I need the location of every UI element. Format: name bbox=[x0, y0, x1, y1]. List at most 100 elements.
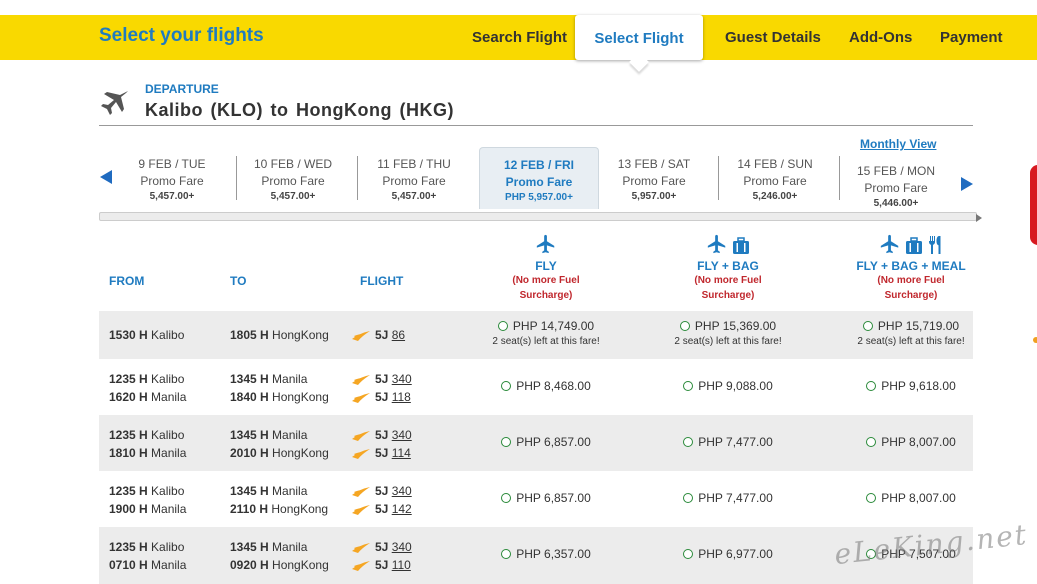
radio-button[interactable] bbox=[501, 436, 512, 447]
departure: 1235 H Kalibo bbox=[109, 372, 185, 386]
route-title: Kalibo (KLO) to HongKong (HKG) bbox=[145, 100, 454, 120]
date-tab[interactable]: 9 FEB / TUE Promo Fare 5,457.00+ bbox=[112, 157, 232, 202]
radio-button[interactable] bbox=[679, 320, 690, 331]
arrival: 0920 H HongKong bbox=[230, 558, 329, 572]
monthly-view-link[interactable]: Monthly View bbox=[860, 137, 936, 151]
prev-dates-arrow-icon[interactable] bbox=[100, 170, 112, 184]
radio-button[interactable] bbox=[497, 320, 508, 331]
flight-number: 5J 340 bbox=[352, 540, 412, 554]
flight-number: 5J 340 bbox=[352, 428, 412, 442]
radio-button[interactable] bbox=[501, 548, 512, 559]
fare-option[interactable]: PHP 7,477.00 bbox=[663, 435, 793, 449]
radio-button[interactable] bbox=[866, 436, 877, 447]
airline-logo-icon bbox=[352, 374, 370, 385]
fuel-surcharge-note: (No more Fuel bbox=[694, 275, 762, 286]
date-tab[interactable]: 11 FEB / THU Promo Fare 5,457.00+ bbox=[354, 157, 474, 202]
radio-button[interactable] bbox=[683, 492, 694, 503]
airplane-icon bbox=[707, 234, 726, 254]
date-strip-scrollbar[interactable] bbox=[99, 212, 982, 222]
date-label: 11 FEB / THU bbox=[377, 157, 451, 171]
fuel-surcharge-note: Surcharge) bbox=[884, 290, 938, 301]
flight-number: 5J 114 bbox=[352, 446, 411, 460]
flight-number-link[interactable]: 118 bbox=[392, 390, 411, 404]
fare-option[interactable]: PHP 9,088.00 bbox=[663, 379, 793, 393]
arrival: 2110 H HongKong bbox=[230, 502, 329, 516]
fare-option[interactable]: PHP 8,007.00 bbox=[846, 435, 976, 449]
fare-header-fly-bag-meal: FLY + BAG + MEAL (No more Fuel Surcharge… bbox=[846, 231, 976, 303]
fare-type-label: Promo Fare bbox=[140, 174, 204, 188]
step-search-flight[interactable]: Search Flight bbox=[472, 29, 567, 46]
radio-button[interactable] bbox=[866, 492, 877, 503]
arrival: 1840 H HongKong bbox=[230, 390, 329, 404]
radio-button[interactable] bbox=[683, 380, 694, 391]
date-price: 5,446.00+ bbox=[873, 198, 919, 209]
fare-option[interactable]: PHP 9,618.00 bbox=[846, 379, 976, 393]
fuel-surcharge-note: (No more Fuel bbox=[512, 275, 580, 286]
fare-option[interactable]: PHP 6,977.00 bbox=[663, 547, 793, 561]
date-label: 9 FEB / TUE bbox=[138, 157, 206, 171]
flight-number-link[interactable]: 142 bbox=[392, 502, 412, 516]
flight-number-link[interactable]: 110 bbox=[392, 558, 411, 572]
fare-option[interactable]: PHP 6,857.00 bbox=[481, 491, 611, 505]
fare-option[interactable]: PHP 7,477.00 bbox=[663, 491, 793, 505]
flight-number-link[interactable]: 340 bbox=[392, 372, 412, 386]
flight-number: 5J 118 bbox=[352, 390, 411, 404]
radio-button[interactable] bbox=[866, 380, 877, 391]
date-label: 12 FEB / FRI bbox=[503, 158, 574, 172]
departure: 1235 H Kalibo bbox=[109, 540, 185, 554]
flight-number-link[interactable]: 340 bbox=[392, 484, 412, 498]
side-banner bbox=[1030, 165, 1037, 245]
step-add-ons[interactable]: Add-Ons bbox=[849, 29, 912, 46]
date-tab[interactable]: 14 FEB / SUN Promo Fare 5,246.00+ bbox=[715, 157, 835, 202]
arrival: 1345 H Manila bbox=[230, 372, 308, 386]
fare-option[interactable]: PHP 15,369.00 2 seat(s) left at this fare… bbox=[663, 319, 793, 347]
fare-option[interactable]: PHP 6,357.00 bbox=[481, 547, 611, 561]
radio-button[interactable] bbox=[501, 380, 512, 391]
flight-number-link[interactable]: 86 bbox=[392, 328, 405, 342]
seats-left-note: 2 seat(s) left at this fare! bbox=[492, 336, 600, 347]
flight-number-link[interactable]: 340 bbox=[392, 428, 412, 442]
date-price: 5,246.00+ bbox=[752, 191, 798, 202]
flight-number: 5J 142 bbox=[352, 502, 412, 516]
airplane-icon bbox=[880, 234, 899, 254]
date-tab-selected[interactable]: 12 FEB / FRI Promo Fare PHP 5,957.00+ bbox=[479, 147, 599, 209]
departure: 1235 H Kalibo bbox=[109, 484, 185, 498]
fare-type-name: FLY + BAG + MEAL bbox=[856, 259, 966, 273]
date-price: 5,457.00+ bbox=[391, 191, 437, 202]
step-select-flight[interactable]: Select Flight bbox=[575, 15, 703, 60]
fare-type-label: Promo Fare bbox=[505, 175, 573, 189]
fare-type-label: Promo Fare bbox=[382, 174, 446, 188]
flight-selection-page: Select your flights Search Flight Select… bbox=[0, 0, 1037, 584]
arrival: 1345 H Manila bbox=[230, 540, 308, 554]
airline-logo-icon bbox=[352, 560, 370, 571]
fare-type-label: Promo Fare bbox=[622, 174, 686, 188]
date-tab[interactable]: 10 FEB / WED Promo Fare 5,457.00+ bbox=[233, 157, 353, 202]
date-tab[interactable]: 13 FEB / SAT Promo Fare 5,957.00+ bbox=[594, 157, 714, 202]
next-dates-arrow-icon[interactable] bbox=[961, 177, 973, 191]
step-payment[interactable]: Payment bbox=[940, 29, 1003, 46]
fare-option[interactable]: PHP 8,007.00 bbox=[846, 491, 976, 505]
departure: 1900 H Manila bbox=[109, 502, 187, 516]
fare-option[interactable]: PHP 8,468.00 bbox=[481, 379, 611, 393]
date-label: 14 FEB / SUN bbox=[737, 157, 813, 171]
fare-type-label: Promo Fare bbox=[743, 174, 807, 188]
fare-option[interactable]: PHP 14,749.00 2 seat(s) left at this fare… bbox=[481, 319, 611, 347]
radio-button[interactable] bbox=[683, 436, 694, 447]
flight-number-link[interactable]: 114 bbox=[392, 446, 411, 460]
fuel-surcharge-note: (No more Fuel bbox=[877, 275, 945, 286]
flight-number-link[interactable]: 340 bbox=[392, 540, 412, 554]
radio-button[interactable] bbox=[862, 320, 873, 331]
fare-header-fly: FLY (No more Fuel Surcharge) bbox=[481, 231, 611, 303]
date-tab[interactable]: 15 FEB / MON Promo Fare 5,446.00+ bbox=[836, 164, 956, 209]
fuel-surcharge-note: Surcharge) bbox=[701, 290, 755, 301]
step-guest-details[interactable]: Guest Details bbox=[725, 29, 821, 46]
fare-option[interactable]: PHP 6,857.00 bbox=[481, 435, 611, 449]
flight-number: 5J 86 bbox=[352, 328, 405, 342]
radio-button[interactable] bbox=[683, 548, 694, 559]
radio-button[interactable] bbox=[501, 492, 512, 503]
fare-option[interactable]: PHP 15,719.00 2 seat(s) left at this fare… bbox=[846, 319, 976, 347]
flight-number: 5J 340 bbox=[352, 372, 412, 386]
arrival: 1345 H Manila bbox=[230, 484, 308, 498]
seats-left-note: 2 seat(s) left at this fare! bbox=[857, 336, 965, 347]
baggage-icon bbox=[733, 237, 749, 254]
